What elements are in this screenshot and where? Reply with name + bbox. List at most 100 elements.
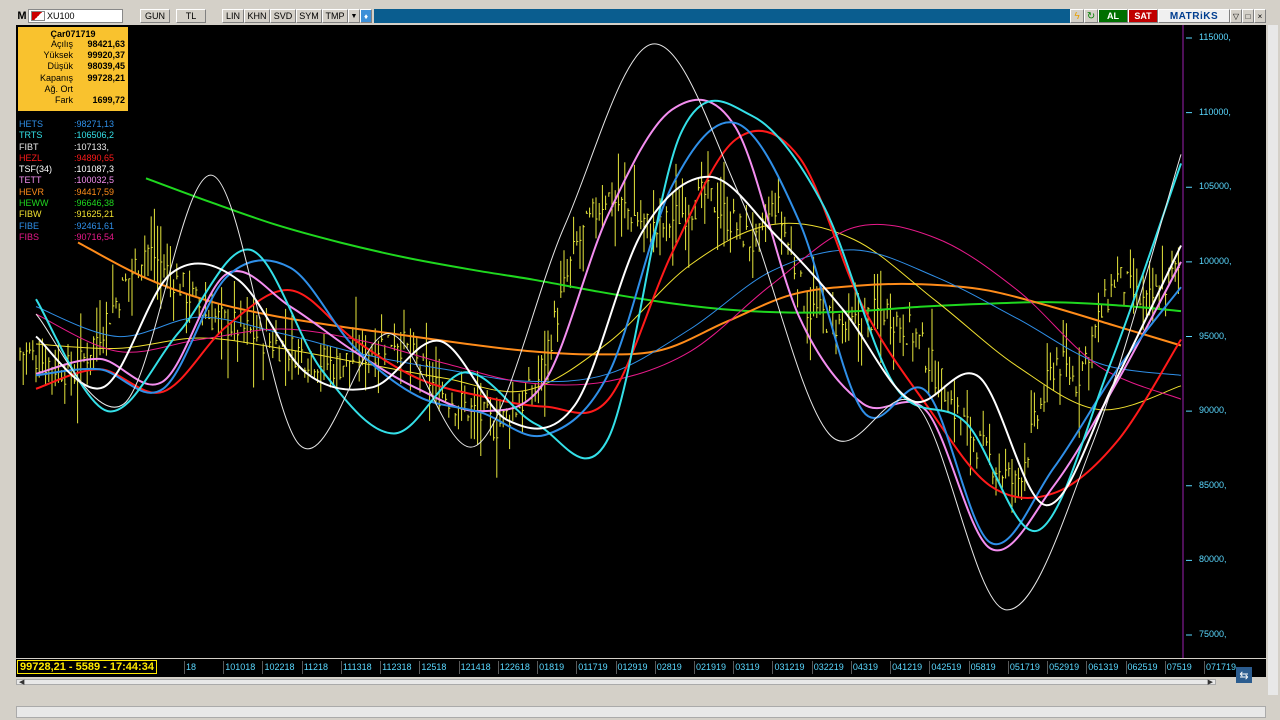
date-separator	[262, 661, 264, 674]
legend-item[interactable]: FIBS:90716,54	[19, 232, 114, 243]
window-horizontal-scrollbar[interactable]	[16, 706, 1266, 718]
legend-value: :96646,38	[74, 198, 115, 209]
legend-value: :94890,65	[74, 152, 115, 163]
info-value	[81, 84, 125, 95]
legend-item[interactable]: TSF(34):101087,3	[19, 164, 114, 175]
window-vertical-scrollbar[interactable]	[1268, 25, 1278, 695]
x-axis-date-label: 051719	[1009, 662, 1040, 672]
legend-item[interactable]: FIBW:91625,21	[19, 209, 114, 220]
chart-horizontal-scrollbar[interactable]: ◀ ▶	[16, 679, 1216, 686]
x-axis-date-label: 021919	[696, 662, 727, 672]
x-axis-date-label: 04319	[852, 662, 878, 672]
period-button[interactable]: GUN	[140, 9, 170, 23]
info-label: Açılış	[50, 39, 73, 49]
indicator-line-tett	[35, 98, 1182, 552]
info-value: 99920,37	[87, 50, 125, 61]
sell-button[interactable]: SAT	[1128, 9, 1158, 23]
legend-item[interactable]: TRTS:106506,2	[19, 130, 114, 141]
legend-name: FIBE	[19, 220, 40, 231]
info-label: Fark	[55, 95, 73, 106]
info-row: Kapanış 99728,21	[21, 73, 125, 84]
legend-item[interactable]: TETT:100032,5	[19, 175, 114, 186]
sym-button[interactable]: SYM	[296, 9, 322, 23]
date-separator	[184, 661, 185, 674]
info-row: Ağ. Ort	[21, 84, 125, 95]
date-separator	[537, 661, 539, 674]
x-axis-date-label: 122618	[499, 662, 530, 672]
info-row: Düşük 98039,45	[21, 61, 125, 72]
flag-icon	[31, 11, 45, 21]
info-value: 1699,72	[92, 95, 125, 106]
legend-item[interactable]: HEVR:94417,59	[19, 187, 114, 198]
last-price-status: 99728,21 - 5589 - 17:44:34	[17, 660, 157, 674]
template-button[interactable]: TMP	[322, 9, 348, 23]
price-chart[interactable]	[16, 25, 1266, 658]
legend-name: TETT	[19, 175, 42, 186]
info-label: Kapanış	[39, 72, 73, 83]
x-axis-date-label: 071719	[1206, 662, 1237, 672]
x-axis-date-label: 032219	[813, 662, 844, 672]
x-axis-date-label: 112318	[382, 662, 412, 672]
x-axis-date-label: 102218	[264, 662, 295, 672]
date-separator	[419, 661, 421, 674]
svd-button[interactable]: SVD	[270, 9, 296, 23]
matriks-brand: MATRiKS	[1158, 9, 1230, 23]
legend-value: :101087,3	[74, 164, 115, 175]
legend-item[interactable]: FIBT:107133,	[19, 142, 114, 153]
date-separator	[1204, 661, 1205, 674]
date-separator	[1086, 661, 1088, 674]
y-axis-label: 90000,	[1199, 405, 1227, 416]
legend-item[interactable]: HEWW:96646,38	[19, 198, 114, 209]
date-separator	[968, 661, 970, 674]
currency-button[interactable]: TL	[176, 9, 206, 23]
date-separator	[340, 661, 342, 674]
symbol-selector[interactable]: XU100	[28, 9, 123, 23]
y-axis-label: 80000,	[1199, 554, 1227, 565]
x-axis-date-label: 03119	[735, 662, 760, 672]
indicator-line-heww	[145, 177, 1182, 314]
x-axis-date-label: 101018	[225, 662, 256, 672]
y-axis-label: 105000,	[1199, 181, 1232, 192]
date-separator	[694, 661, 695, 674]
matriks-logo: M	[17, 10, 27, 22]
maximize-icon[interactable]: □	[1242, 9, 1254, 23]
date-separator	[301, 661, 303, 674]
buy-button[interactable]: AL	[1098, 9, 1128, 23]
refresh-icon[interactable]: ↻	[1084, 9, 1098, 23]
date-separator	[929, 661, 931, 674]
scroll-right-icon[interactable]: ▶	[1208, 679, 1213, 686]
khn-button[interactable]: KHN	[244, 9, 270, 23]
y-axis-label: 115000,	[1199, 32, 1231, 42]
info-label: Düşük	[47, 61, 73, 72]
close-icon[interactable]: ×	[1254, 9, 1266, 23]
legend-item[interactable]: FIBE:92461,61	[19, 221, 114, 232]
twitter-bird-icon[interactable]: ♦	[360, 9, 372, 23]
date-separator	[811, 661, 813, 674]
minimize-icon[interactable]: ▽	[1230, 9, 1242, 23]
legend-item[interactable]: HEZL:94890,65	[19, 153, 114, 164]
linear-scale-button[interactable]: LIN	[222, 9, 244, 23]
y-axis-label: 85000,	[1199, 479, 1227, 490]
date-separator	[615, 661, 617, 674]
chart-toolbar: M XU100 GUN TL LIN KHN SVD SYM TMP ▼ ♦ ϟ…	[16, 9, 1266, 23]
x-axis-date-label: 02819	[656, 662, 682, 672]
ohlc-info-box: Çar071719 Açılış 98421,63 Yüksek 99920,37 Dü…	[18, 27, 128, 111]
info-value: 98421,63	[87, 39, 125, 49]
date-separator	[1047, 661, 1049, 674]
legend-value: :94417,59	[74, 186, 115, 197]
lightning-icon[interactable]: ϟ	[1070, 9, 1084, 23]
legend-value: :107133,	[74, 141, 110, 152]
legend-name: HETS	[19, 119, 44, 129]
date-axis-bar: 99728,21 - 5589 - 17:44:34 18 101018 10221…	[16, 659, 1266, 677]
legend-item[interactable]: HETS:98271,13	[19, 119, 114, 130]
dropdown-arrow-icon[interactable]: ▼	[348, 9, 360, 23]
scroll-left-icon[interactable]: ◀	[19, 679, 24, 686]
x-axis-date-label: 11218	[303, 662, 329, 672]
x-axis-date-label: 01819	[539, 662, 565, 672]
date-separator	[1125, 661, 1127, 674]
x-axis-date-label: 052919	[1049, 662, 1080, 672]
legend-value: :106506,2	[74, 130, 115, 141]
date-separator	[576, 661, 578, 674]
sync-icon[interactable]: ⇆	[1236, 667, 1252, 683]
indicator-line-fibe	[35, 249, 1182, 383]
